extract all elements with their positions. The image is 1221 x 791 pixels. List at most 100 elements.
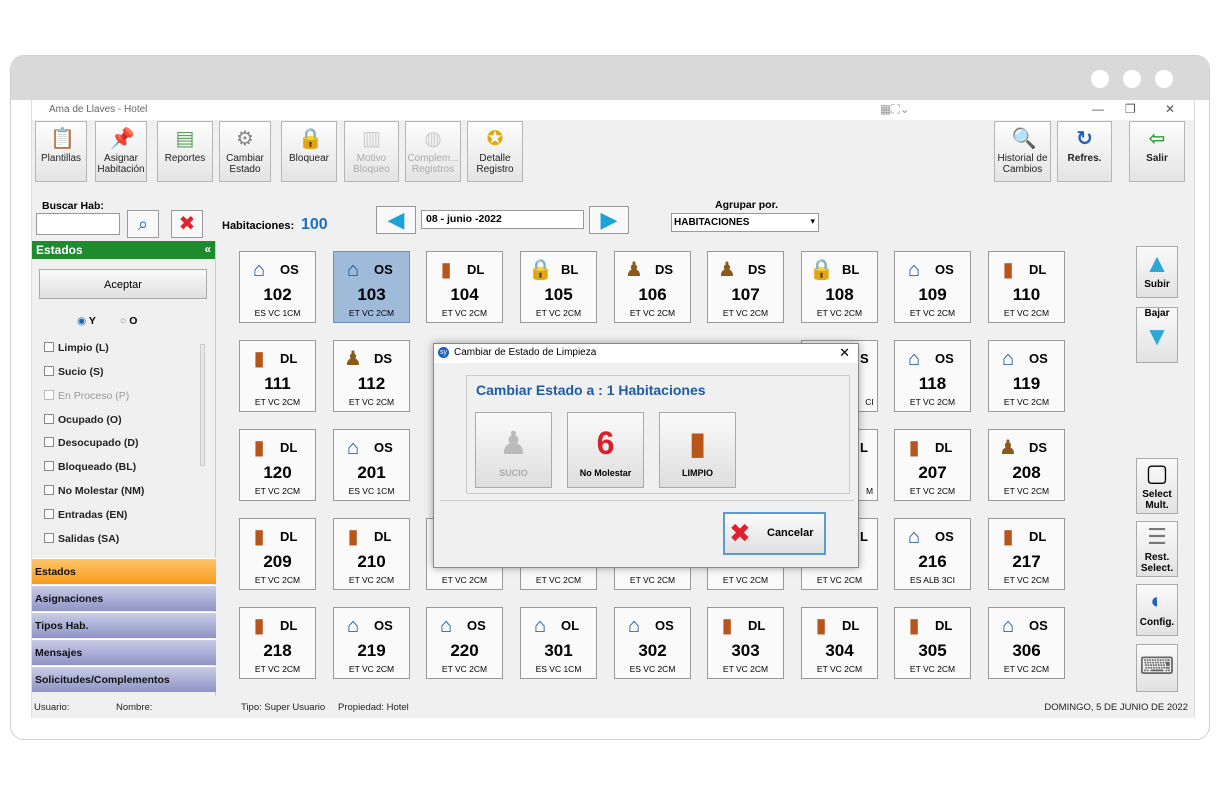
room-card[interactable]: ▮ DL 120 ET VC 2CM (239, 429, 316, 501)
room-card[interactable]: ▮ DL 209 ET VC 2CM (239, 518, 316, 590)
room-card[interactable]: ⌂ OS 302 ES VC 2CM (614, 607, 691, 679)
radio-o[interactable]: ○ O (120, 315, 137, 327)
detalle-registro-button[interactable]: ✪ Detalle Registro (467, 121, 523, 182)
dialog-close-button[interactable]: ✕ (839, 345, 850, 361)
exit-door-icon: ⇦ (1148, 128, 1166, 150)
filter-scrollbar[interactable] (200, 344, 205, 466)
search-button[interactable]: ⌕ (127, 210, 159, 238)
circle-icon: ◍ (424, 128, 442, 150)
frame-dot-icon (1091, 70, 1109, 88)
exit-button[interactable]: ⇦ Salir (1129, 121, 1185, 182)
room-card[interactable]: ♟ DS 112 ET VC 2CM (333, 340, 410, 412)
arrow-left-icon: ◀ (387, 207, 405, 232)
section-mensajes[interactable]: Mensajes (32, 639, 216, 665)
room-card[interactable]: ▮ DL 104 ET VC 2CM (426, 251, 503, 323)
room-card[interactable]: ▮ DL 111 ET VC 2CM (239, 340, 316, 412)
section-solicitudes[interactable]: Solicitudes/Complementos (32, 666, 216, 692)
next-date-button[interactable]: ▶ (589, 206, 629, 234)
filter-desocupado[interactable]: Desocupado (D) (44, 437, 139, 449)
padlock-icon: 🔒 (298, 128, 323, 150)
sidebar: Estados « Aceptar ◉ Y ○ O Limpio (L) Suc… (32, 241, 216, 696)
room-card[interactable]: ⌂ OS 306 ET VC 2CM (988, 607, 1065, 679)
room-card[interactable]: ▮ DL 217 ET VC 2CM (988, 518, 1065, 590)
filter-entradas[interactable]: Entradas (EN) (44, 509, 127, 521)
refresh-button[interactable]: ↻ Refres. (1057, 121, 1112, 182)
motivo-bloqueo-button[interactable]: ▥ Motivo Bloqueo (344, 121, 399, 182)
app-logo-icon: sy (438, 347, 449, 358)
room-card[interactable]: ▮ DL 303 ET VC 2CM (707, 607, 784, 679)
bajar-button[interactable]: Bajar ▼ (1136, 307, 1178, 363)
room-card[interactable]: ⌂ OS 201 ES VC 1CM (333, 429, 410, 501)
rest-select-button[interactable]: ☰ Rest. Select. (1136, 521, 1178, 577)
room-card[interactable]: ⌂ OS 118 ET VC 2CM (894, 340, 971, 412)
room-card[interactable]: ▮ DL 207 ET VC 2CM (894, 429, 971, 501)
aceptar-button[interactable]: Aceptar (39, 269, 207, 299)
close-window-button[interactable]: ✕ (1165, 102, 1175, 116)
clear-search-button[interactable]: ✖ (171, 210, 203, 238)
historial-cambios-button[interactable]: 🔍 Historial de Cambios (994, 121, 1051, 182)
magnifier-doc-icon: 🔍 (1011, 128, 1037, 150)
room-card[interactable]: 🔒 BL 108 ET VC 2CM (801, 251, 878, 323)
cancel-button[interactable]: ✖ Cancelar (723, 512, 826, 555)
reportes-button[interactable]: ▤ Reportes (157, 121, 213, 182)
status-tipo: Tipo: Super Usuario (241, 702, 326, 713)
room-card[interactable]: ♟ DS 208 ET VC 2CM (988, 429, 1065, 501)
room-card[interactable]: ▮ DL 304 ET VC 2CM (801, 607, 878, 679)
no-molestar-option-button[interactable]: 6 No Molestar (567, 412, 644, 488)
room-card[interactable]: ⌂ OS 219 ET VC 2CM (333, 607, 410, 679)
section-estados[interactable]: Estados (32, 558, 216, 584)
room-card[interactable]: ⌂ OS 109 ET VC 2CM (894, 251, 971, 323)
select-mult-button[interactable]: ▢ Select Mult. (1136, 458, 1178, 514)
room-card[interactable]: ⌂ OS 216 ES ALB 3CI (894, 518, 971, 590)
search-input[interactable] (36, 213, 120, 235)
filter-limpio[interactable]: Limpio (L) (44, 342, 109, 354)
door-icon: ▮ (1002, 526, 1014, 548)
restore-button[interactable]: ❐ (1125, 102, 1136, 116)
room-card[interactable]: ♟ DS 106 ET VC 2CM (614, 251, 691, 323)
window-title: Ama de Llaves - Hotel (49, 104, 148, 115)
door-icon: ▮ (253, 526, 265, 548)
group-by-select[interactable]: HABITACIONES ▾ (671, 213, 819, 232)
prev-date-button[interactable]: ◀ (376, 206, 416, 234)
cambiar-estado-button[interactable]: ⚙ Cambiar Estado (219, 121, 271, 182)
subir-button[interactable]: ▲ Subir (1136, 246, 1178, 298)
filter-ocupado[interactable]: Ocupado (O) (44, 414, 122, 426)
collapse-icon[interactable]: « (204, 242, 211, 256)
room-card[interactable]: ⌂ OS 103 ET VC 2CM (333, 251, 410, 323)
room-card[interactable]: ▮ DL 305 ET VC 2CM (894, 607, 971, 679)
grid-view-icon[interactable]: ▦⛶⌄ (880, 102, 910, 117)
bloquear-button[interactable]: 🔒 Bloquear (281, 121, 337, 182)
complementos-registros-button[interactable]: ◍ Complem... Registros (405, 121, 461, 182)
section-asignaciones[interactable]: Asignaciones (32, 585, 216, 611)
house-icon: ⌂ (346, 615, 360, 637)
asignar-habitacion-button[interactable]: 📌 Asignar Habitación (95, 121, 147, 182)
filter-en-proceso[interactable]: En Proceso (P) (44, 390, 129, 402)
room-card[interactable]: 🔒 BL 105 ET VC 2CM (520, 251, 597, 323)
plantillas-button[interactable]: 📋 Plantillas (35, 121, 87, 182)
room-card[interactable]: ⌂ OS 102 ES VC 1CM (239, 251, 316, 323)
room-card[interactable]: ♟ DS 107 ET VC 2CM (707, 251, 784, 323)
keyboard-button[interactable]: ⌨ (1136, 644, 1178, 692)
minimize-button[interactable]: — (1092, 102, 1104, 116)
room-card[interactable]: ⌂ OL 301 ES VC 1CM (520, 607, 597, 679)
radio-y[interactable]: ◉ Y (77, 315, 96, 327)
room-card[interactable]: ▮ DL 110 ET VC 2CM (988, 251, 1065, 323)
filter-bloqueado[interactable]: Bloqueado (BL) (44, 461, 136, 473)
dialog-panel: Cambiar Estado a : 1 Habitaciones ♟ SUCIO… (466, 375, 850, 494)
room-card[interactable]: ▮ DL 218 ET VC 2CM (239, 607, 316, 679)
date-field[interactable]: 08 - junio -2022 (421, 210, 584, 229)
room-card[interactable]: ⌂ OS 220 ET VC 2CM (426, 607, 503, 679)
search-icon: ⌕ (137, 214, 149, 234)
clipboard-icon: 📋 (50, 128, 75, 150)
limpio-option-button[interactable]: ▮ LIMPIO (659, 412, 736, 488)
filter-sucio[interactable]: Sucio (S) (44, 366, 104, 378)
door-icon: ▮ (908, 615, 920, 637)
filter-no-molestar[interactable]: No Molestar (NM) (44, 485, 144, 497)
filter-salidas[interactable]: Salidas (SA) (44, 533, 119, 545)
room-card[interactable]: ▮ DL 210 ET VC 2CM (333, 518, 410, 590)
config-button[interactable]: ◐ Config. (1136, 584, 1178, 636)
section-tipos-hab[interactable]: Tipos Hab. (32, 612, 216, 638)
house-icon: ⌂ (346, 259, 360, 281)
sucio-option-button[interactable]: ♟ SUCIO (475, 412, 552, 488)
room-card[interactable]: ⌂ OS 119 ET VC 2CM (988, 340, 1065, 412)
